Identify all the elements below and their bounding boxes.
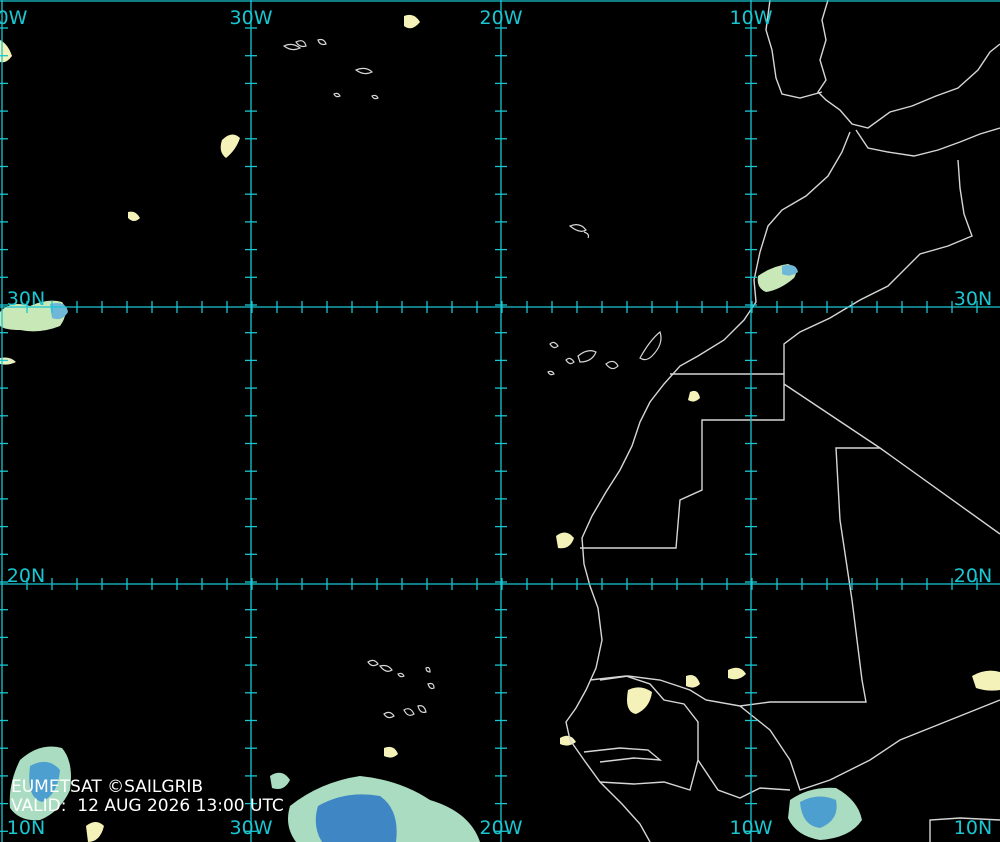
lat-label-left: 20N <box>7 565 45 587</box>
lon-label-top: 20W <box>480 7 523 29</box>
lat-label-left: 30N <box>7 288 45 310</box>
lat-label-right: 30N <box>954 288 992 310</box>
credit-line: EUMETSAT ©SAILGRIB <box>11 777 204 797</box>
lon-label-bottom: 10W <box>730 817 773 839</box>
valid-time: VALID: 12 AUG 2026 13:00 UTC <box>11 796 284 816</box>
cloud-patch <box>315 794 397 842</box>
lon-label-top: 10W <box>730 7 773 29</box>
lon-label-bottom: 10N <box>7 817 45 839</box>
lon-label-bottom: 30W <box>230 817 273 839</box>
lon-label-top: 0W <box>0 7 28 29</box>
map-background <box>0 0 1000 842</box>
lon-label-bottom: 10N <box>954 817 992 839</box>
credit-block: EUMETSAT ©SAILGRIB VALID: 12 AUG 2026 13… <box>11 778 284 816</box>
lon-label-top: 30W <box>230 7 273 29</box>
lat-label-right: 20N <box>954 565 992 587</box>
lon-label-bottom: 20W <box>480 817 523 839</box>
satellite-map: 0W 30W 20W 10W 10N 30W 20W 10W 10N 30N 20N 30N 20N <box>0 0 1000 842</box>
